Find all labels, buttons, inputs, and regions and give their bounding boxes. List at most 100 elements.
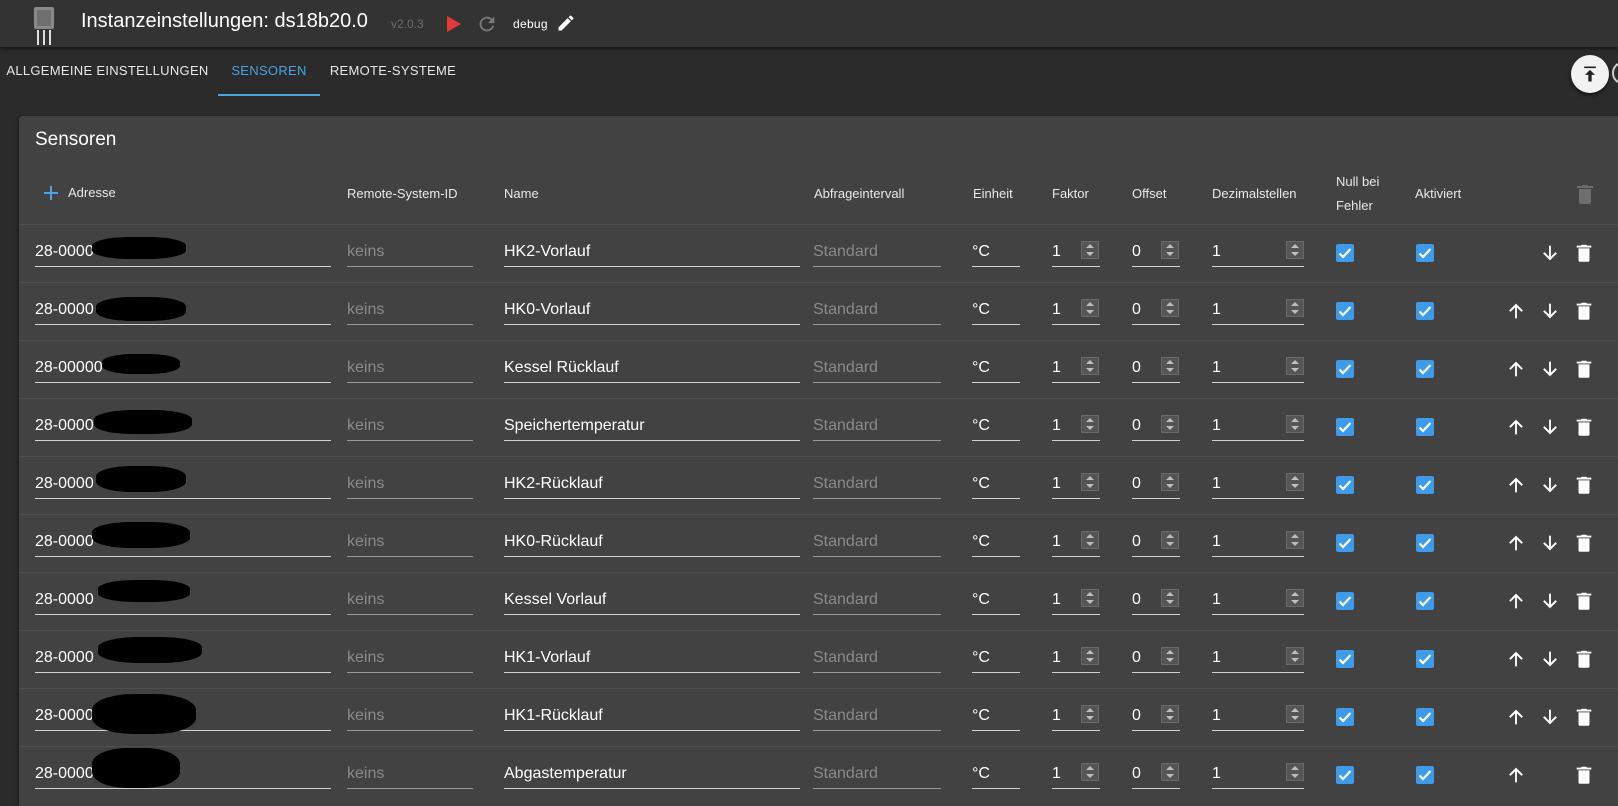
play-icon[interactable] — [445, 14, 463, 34]
number-stepper-icon[interactable] — [1286, 589, 1304, 607]
name-input[interactable]: Speichertemperatur — [504, 411, 800, 441]
number-stepper-icon[interactable] — [1081, 647, 1099, 665]
move-down-icon[interactable] — [1539, 532, 1561, 554]
enabled-checkbox[interactable] — [1416, 708, 1434, 726]
delete-icon[interactable] — [1573, 590, 1595, 612]
unit-input[interactable]: °C — [972, 237, 1020, 267]
number-stepper-icon[interactable] — [1081, 473, 1099, 491]
unit-input[interactable]: °C — [972, 643, 1020, 673]
enabled-checkbox[interactable] — [1416, 476, 1434, 494]
tab-allgemeine-einstellungen[interactable]: ALLGEMEINE EINSTELLUNGEN — [0, 48, 215, 94]
null-on-error-checkbox[interactable] — [1336, 418, 1354, 436]
delete-icon[interactable] — [1573, 648, 1595, 670]
remote-system-input[interactable]: keins — [347, 469, 473, 499]
number-stepper-icon[interactable] — [1161, 763, 1179, 781]
null-on-error-checkbox[interactable] — [1336, 708, 1354, 726]
move-down-icon[interactable] — [1539, 242, 1561, 264]
number-stepper-icon[interactable] — [1081, 299, 1099, 317]
unit-input[interactable]: °C — [972, 527, 1020, 557]
name-input[interactable]: HK1-Rücklauf — [504, 701, 800, 731]
delete-icon[interactable] — [1573, 242, 1595, 264]
unit-input[interactable]: °C — [972, 295, 1020, 325]
null-on-error-checkbox[interactable] — [1336, 360, 1354, 378]
move-up-icon[interactable] — [1505, 358, 1527, 380]
null-on-error-checkbox[interactable] — [1336, 476, 1354, 494]
number-stepper-icon[interactable] — [1161, 357, 1179, 375]
null-on-error-checkbox[interactable] — [1336, 650, 1354, 668]
name-input[interactable]: HK0-Rücklauf — [504, 527, 800, 557]
interval-input[interactable]: Standard — [813, 469, 941, 499]
name-input[interactable]: HK1-Vorlauf — [504, 643, 800, 673]
number-stepper-icon[interactable] — [1081, 357, 1099, 375]
number-stepper-icon[interactable] — [1286, 531, 1304, 549]
number-stepper-icon[interactable] — [1161, 589, 1179, 607]
remote-system-input[interactable]: keins — [347, 353, 473, 383]
name-input[interactable]: HK0-Vorlauf — [504, 295, 800, 325]
move-down-icon[interactable] — [1539, 358, 1561, 380]
delete-all-icon[interactable] — [1577, 184, 1593, 204]
interval-input[interactable]: Standard — [813, 527, 941, 557]
number-stepper-icon[interactable] — [1161, 647, 1179, 665]
unit-input[interactable]: °C — [972, 353, 1020, 383]
number-stepper-icon[interactable] — [1286, 299, 1304, 317]
remote-system-input[interactable]: keins — [347, 411, 473, 441]
name-input[interactable]: HK2-Vorlauf — [504, 237, 800, 267]
enabled-checkbox[interactable] — [1416, 244, 1434, 262]
move-up-icon[interactable] — [1505, 706, 1527, 728]
number-stepper-icon[interactable] — [1161, 299, 1179, 317]
enabled-checkbox[interactable] — [1416, 766, 1434, 784]
move-up-icon[interactable] — [1505, 764, 1527, 786]
enabled-checkbox[interactable] — [1416, 360, 1434, 378]
null-on-error-checkbox[interactable] — [1336, 534, 1354, 552]
remote-system-input[interactable]: keins — [347, 237, 473, 267]
tab-remote-systeme[interactable]: REMOTE-SYSTEME — [328, 48, 458, 94]
interval-input[interactable]: Standard — [813, 759, 941, 789]
number-stepper-icon[interactable] — [1081, 531, 1099, 549]
name-input[interactable]: HK2-Rücklauf — [504, 469, 800, 499]
delete-icon[interactable] — [1573, 416, 1595, 438]
number-stepper-icon[interactable] — [1286, 763, 1304, 781]
remote-system-input[interactable]: keins — [347, 295, 473, 325]
pencil-icon[interactable] — [556, 13, 576, 33]
unit-input[interactable]: °C — [972, 759, 1020, 789]
number-stepper-icon[interactable] — [1081, 763, 1099, 781]
address-input[interactable]: 28-0000 — [35, 759, 331, 789]
move-up-icon[interactable] — [1505, 300, 1527, 322]
null-on-error-checkbox[interactable] — [1336, 766, 1354, 784]
interval-input[interactable]: Standard — [813, 585, 941, 615]
interval-input[interactable]: Standard — [813, 237, 941, 267]
reload-icon[interactable] — [476, 13, 498, 35]
move-up-icon[interactable] — [1505, 416, 1527, 438]
interval-input[interactable]: Standard — [813, 353, 941, 383]
number-stepper-icon[interactable] — [1286, 415, 1304, 433]
number-stepper-icon[interactable] — [1081, 241, 1099, 259]
delete-icon[interactable] — [1573, 474, 1595, 496]
number-stepper-icon[interactable] — [1161, 705, 1179, 723]
enabled-checkbox[interactable] — [1416, 650, 1434, 668]
enabled-checkbox[interactable] — [1416, 592, 1434, 610]
number-stepper-icon[interactable] — [1081, 415, 1099, 433]
move-down-icon[interactable] — [1539, 300, 1561, 322]
move-down-icon[interactable] — [1539, 648, 1561, 670]
interval-input[interactable]: Standard — [813, 701, 941, 731]
interval-input[interactable]: Standard — [813, 643, 941, 673]
number-stepper-icon[interactable] — [1161, 241, 1179, 259]
number-stepper-icon[interactable] — [1161, 415, 1179, 433]
remote-system-input[interactable]: keins — [347, 643, 473, 673]
number-stepper-icon[interactable] — [1286, 705, 1304, 723]
delete-icon[interactable] — [1573, 300, 1595, 322]
name-input[interactable]: Kessel Rücklauf — [504, 353, 800, 383]
null-on-error-checkbox[interactable] — [1336, 592, 1354, 610]
add-icon[interactable] — [43, 185, 59, 201]
tab-sensoren[interactable]: SENSOREN — [218, 48, 320, 96]
delete-icon[interactable] — [1573, 358, 1595, 380]
number-stepper-icon[interactable] — [1161, 531, 1179, 549]
name-input[interactable]: Kessel Vorlauf — [504, 585, 800, 615]
move-down-icon[interactable] — [1539, 474, 1561, 496]
null-on-error-checkbox[interactable] — [1336, 302, 1354, 320]
null-on-error-checkbox[interactable] — [1336, 244, 1354, 262]
enabled-checkbox[interactable] — [1416, 534, 1434, 552]
number-stepper-icon[interactable] — [1081, 589, 1099, 607]
unit-input[interactable]: °C — [972, 701, 1020, 731]
number-stepper-icon[interactable] — [1286, 241, 1304, 259]
